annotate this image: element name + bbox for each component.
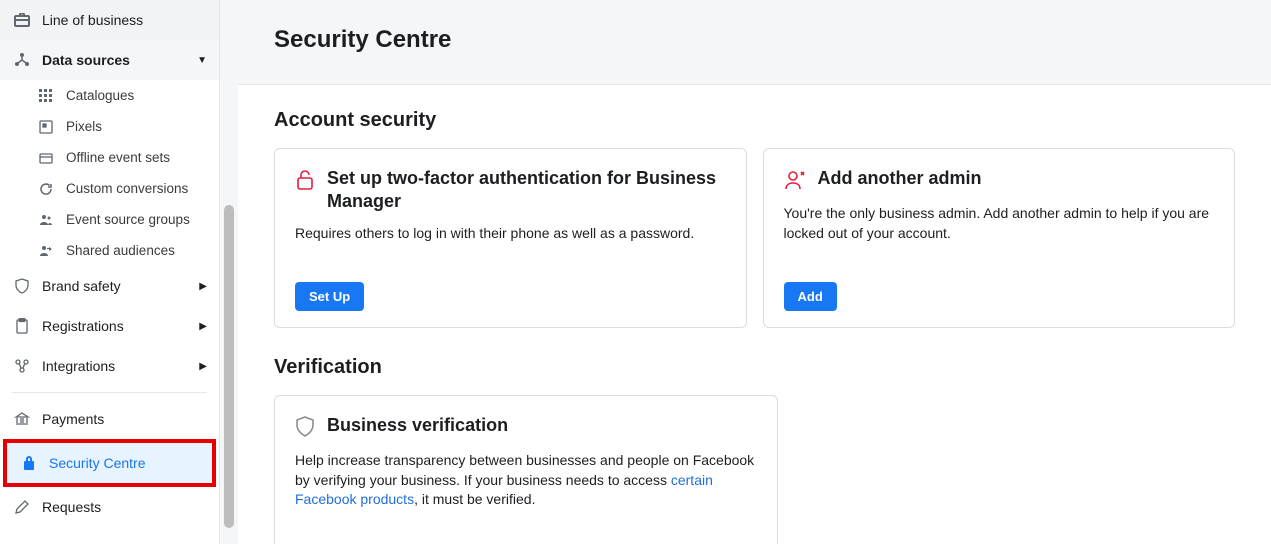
shield-icon (12, 278, 32, 294)
card-description: You're the only business admin. Add anot… (784, 204, 1215, 243)
sidebar-label: Event source groups (66, 212, 190, 227)
sidebar-sub-catalogues[interactable]: Catalogues (0, 80, 219, 111)
sidebar-label: Shared audiences (66, 243, 175, 258)
sidebar-item-security-centre[interactable]: Security Centre (7, 443, 212, 483)
chevron-down-icon: ▼ (197, 55, 207, 66)
integrations-icon (12, 358, 32, 374)
sidebar-label: Line of business (42, 12, 207, 28)
clipboard-icon (12, 318, 32, 334)
card-description: Requires others to log in with their pho… (295, 224, 726, 244)
sidebar-sub-event-source-groups[interactable]: Event source groups (0, 204, 219, 235)
pixel-icon (36, 120, 56, 134)
desc-text: , it must be verified. (414, 491, 535, 507)
sidebar-label: Catalogues (66, 88, 134, 103)
pen-icon (12, 499, 32, 515)
sidebar-label: Custom conversions (66, 181, 188, 196)
card-title: Add another admin (818, 167, 982, 190)
card-add-admin: Add another admin You're the only busine… (763, 148, 1236, 328)
sidebar-item-data-sources[interactable]: Data sources ▼ (0, 40, 219, 80)
account-security-cards: Set up two-factor authentication for Bus… (274, 148, 1235, 328)
card-business-verification: Business verification Help increase tran… (274, 395, 778, 544)
shield-outline-icon (295, 416, 315, 441)
sidebar-item-brand-safety[interactable]: Brand safety ▶ (0, 266, 219, 306)
sidebar-item-payments[interactable]: Payments (0, 399, 219, 439)
highlight-annotation: Security Centre (3, 439, 216, 487)
grid-icon (36, 89, 56, 103)
people-icon (36, 213, 56, 227)
card-description: Help increase transparency between busin… (295, 451, 757, 510)
sidebar-sub-offline-event-sets[interactable]: Offline event sets (0, 142, 219, 173)
share-people-icon (36, 244, 56, 258)
verification-cards: Business verification Help increase tran… (274, 395, 1235, 544)
sidebar-label: Data sources (42, 52, 197, 68)
sidebar-item-requests[interactable]: Requests (0, 487, 219, 527)
section-title-verification: Verification (274, 356, 1235, 379)
refresh-icon (36, 182, 56, 196)
chevron-right-icon: ▶ (199, 321, 207, 332)
card-two-factor: Set up two-factor authentication for Bus… (274, 148, 747, 328)
lock-open-icon (295, 169, 315, 194)
section-title-account-security: Account security (274, 109, 1235, 132)
sidebar-label: Brand safety (42, 278, 199, 294)
sidebar-sub-custom-conversions[interactable]: Custom conversions (0, 173, 219, 204)
main-content: Security Centre Account security Set up … (238, 0, 1271, 544)
sidebar-label: Pixels (66, 119, 102, 134)
add-button[interactable]: Add (784, 282, 837, 311)
briefcase-icon (12, 13, 32, 27)
offline-events-icon (36, 151, 56, 165)
sidebar-label: Integrations (42, 358, 199, 374)
sidebar-item-integrations[interactable]: Integrations ▶ (0, 346, 219, 386)
sidebar-item-registrations[interactable]: Registrations ▶ (0, 306, 219, 346)
sidebar-label: Offline event sets (66, 150, 170, 165)
sidebar-divider (12, 392, 207, 393)
card-title: Business verification (327, 414, 508, 437)
sidebar-label: Security Centre (49, 455, 200, 471)
scrollbar-track[interactable] (220, 0, 238, 544)
sidebar-sub-shared-audiences[interactable]: Shared audiences (0, 235, 219, 266)
sidebar-label: Registrations (42, 318, 199, 334)
data-sources-icon (12, 52, 32, 68)
sidebar-label: Payments (42, 411, 207, 427)
chevron-right-icon: ▶ (199, 361, 207, 372)
sidebar: Line of business Data sources ▼ Catalogu… (0, 0, 220, 544)
content-area: Account security Set up two-factor authe… (238, 85, 1271, 544)
chevron-right-icon: ▶ (199, 281, 207, 292)
page-header: Security Centre (238, 0, 1271, 85)
set-up-button[interactable]: Set Up (295, 282, 364, 311)
sidebar-label: Requests (42, 499, 207, 515)
page-title: Security Centre (274, 26, 1235, 54)
card-title: Set up two-factor authentication for Bus… (327, 167, 726, 214)
sidebar-item-line-of-business[interactable]: Line of business (0, 0, 219, 40)
bank-icon (12, 411, 32, 427)
sidebar-sub-pixels[interactable]: Pixels (0, 111, 219, 142)
scrollbar-thumb[interactable] (224, 205, 234, 528)
lock-icon (19, 455, 39, 471)
person-alert-icon (784, 169, 806, 194)
